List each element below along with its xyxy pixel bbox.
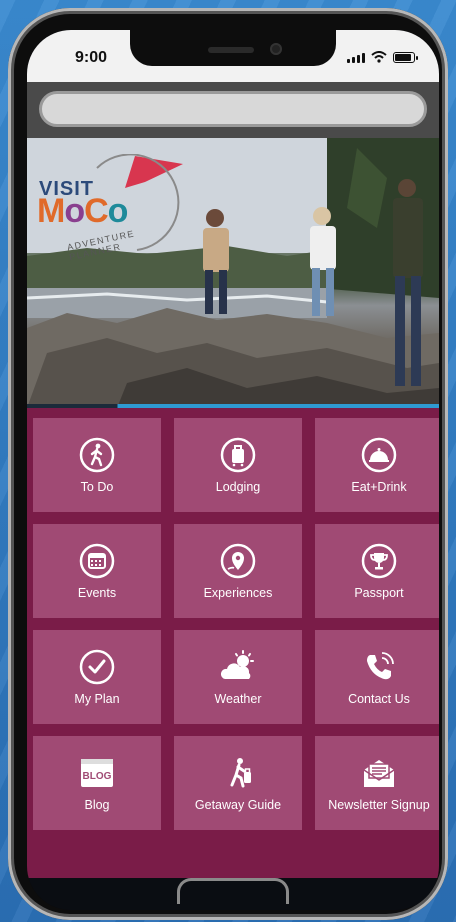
visit-moco-logo: VISIT MoCo ADVENTURE PLANNER [37, 154, 187, 264]
phone-screen: 9:00 VISIT MoCo ADVENTURE PLANNER To Do … [27, 30, 439, 910]
tile-weather[interactable]: Weather [174, 630, 302, 724]
svg-text:BLOG: BLOG [83, 771, 112, 782]
trophy-icon [360, 542, 398, 580]
tile-events[interactable]: Events [33, 524, 161, 618]
tile-label: My Plan [74, 692, 120, 706]
tile-getaway-guide[interactable]: Getaway Guide [174, 736, 302, 830]
tile-label: Eat+Drink [351, 480, 407, 494]
tile-label: Blog [84, 798, 110, 812]
tile-label: Weather [214, 692, 262, 706]
tile-label: Lodging [215, 480, 261, 494]
tile-to-do[interactable]: To Do [33, 418, 161, 512]
browser-toolbar [27, 82, 439, 138]
hero-image: VISIT MoCo ADVENTURE PLANNER [27, 138, 439, 408]
notch [130, 30, 336, 66]
tile-experiences[interactable]: Experiences [174, 524, 302, 618]
phone-icon [360, 648, 398, 686]
tile-passport[interactable]: Passport [315, 524, 439, 618]
battery-icon [393, 52, 418, 63]
home-indicator[interactable] [177, 878, 289, 904]
traveler-icon [219, 754, 257, 792]
tile-label: Events [77, 586, 117, 600]
calendar-icon [78, 542, 116, 580]
check-circle-icon [78, 648, 116, 686]
luggage-icon [219, 436, 257, 474]
speaker-grille [208, 47, 254, 53]
tile-label: To Do [80, 480, 114, 494]
dining-cloche-icon [360, 436, 398, 474]
blog-icon: BLOG [78, 754, 116, 792]
map-pin-icon [219, 542, 257, 580]
wifi-icon [371, 51, 387, 63]
address-bar[interactable] [39, 91, 427, 127]
signal-icon [347, 53, 365, 63]
tile-lodging[interactable]: Lodging [174, 418, 302, 512]
status-time: 9:00 [75, 49, 108, 66]
weather-icon [219, 648, 257, 686]
tile-label: Newsletter Signup [328, 798, 430, 812]
logo-moco-text: MoCo [37, 192, 128, 230]
tile-contact-us[interactable]: Contact Us [315, 630, 439, 724]
tile-newsletter-signup[interactable]: Newsletter Signup [315, 736, 439, 830]
tile-my-plan[interactable]: My Plan [33, 630, 161, 724]
phone-frame: 9:00 VISIT MoCo ADVENTURE PLANNER To Do … [8, 8, 448, 920]
walking-person-icon [78, 436, 116, 474]
tile-label: Passport [354, 586, 404, 600]
status-bar: 9:00 [27, 30, 439, 82]
tile-blog[interactable]: BLOG Blog [33, 736, 161, 830]
status-icons [347, 51, 418, 63]
tile-label: Getaway Guide [194, 798, 282, 812]
envelope-icon [360, 754, 398, 792]
tile-eat-drink[interactable]: Eat+Drink [315, 418, 439, 512]
front-camera [270, 43, 282, 55]
menu-grid: To Do Lodging Eat+Drink Events Experienc… [27, 408, 439, 878]
tile-label: Contact Us [348, 692, 410, 706]
tile-label: Experiences [203, 586, 273, 600]
